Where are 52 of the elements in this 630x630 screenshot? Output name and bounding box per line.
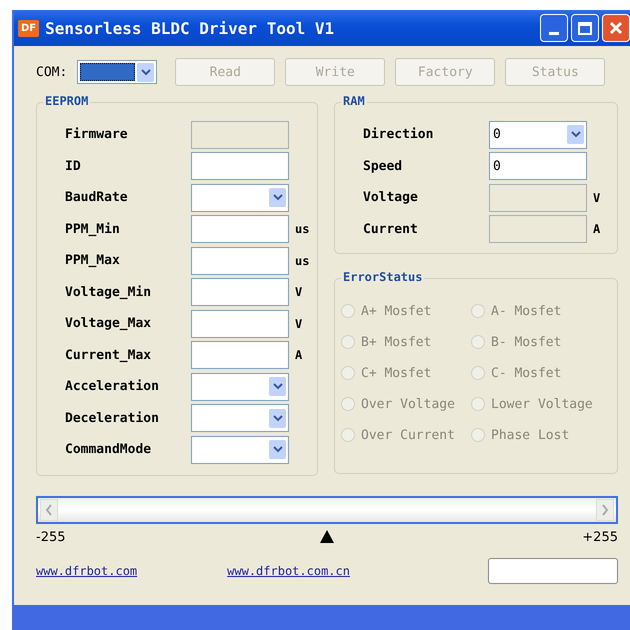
field-label: Acceleration — [65, 379, 160, 394]
field-label: Current — [363, 222, 419, 237]
com-port-dropdown[interactable] — [77, 60, 158, 84]
close-button[interactable] — [602, 14, 630, 42]
unit-label: V — [593, 190, 600, 205]
field-label: Voltage_Min — [65, 284, 152, 300]
horizontal-scrollbar[interactable] — [36, 496, 618, 524]
max-label: +255 — [582, 530, 618, 544]
field-label: ID — [65, 158, 82, 174]
close-icon[interactable] — [609, 21, 623, 35]
maximize-button[interactable] — [571, 14, 599, 42]
unit-label: us — [295, 254, 310, 268]
field-label: Voltage — [363, 190, 419, 206]
input-field[interactable] — [191, 341, 289, 370]
group-title: EEPROM — [43, 94, 90, 108]
app-logo: DF — [18, 20, 40, 36]
website-link[interactable]: www.dfrbot.com — [36, 564, 138, 578]
unit-label: V — [295, 285, 302, 300]
dropdown[interactable] — [191, 404, 289, 432]
maximize-icon[interactable] — [578, 22, 592, 34]
field-label: PPM_Min — [65, 222, 121, 237]
field-label: PPM_Max — [65, 253, 121, 268]
unit-label: A — [593, 222, 600, 236]
field-label: Current_Max — [65, 348, 152, 363]
input-field[interactable] — [191, 152, 289, 180]
input-field[interactable] — [191, 246, 289, 275]
input-field[interactable] — [191, 215, 289, 244]
field-label: CommandMode — [65, 442, 152, 458]
unit-label: V — [295, 316, 302, 331]
website-link[interactable]: www.dfrbot.com.cn — [227, 564, 350, 578]
input-field[interactable]: 0 — [489, 152, 587, 180]
group-title: ErrorStatus — [341, 270, 424, 284]
field-label: Deceleration — [65, 410, 160, 426]
minimize-button[interactable] — [540, 14, 568, 42]
field-label: BaudRate — [65, 190, 129, 206]
window-title: Sensorless BLDC Driver Tool V1 — [45, 18, 336, 38]
field-label: Direction — [363, 127, 434, 142]
com-label: COM: — [36, 64, 68, 80]
dropdown[interactable] — [191, 184, 289, 212]
dropdown[interactable] — [191, 372, 289, 401]
field-label: Firmware — [65, 127, 129, 142]
minimize-icon[interactable] — [549, 32, 559, 36]
field-label: Voltage_Max — [65, 316, 152, 332]
dropdown[interactable] — [191, 436, 289, 464]
input-field[interactable] — [191, 310, 289, 338]
unit-label: us — [295, 222, 310, 236]
input-field[interactable] — [191, 278, 289, 306]
field-label: Speed — [363, 158, 404, 174]
dropdown[interactable]: 0 — [489, 120, 587, 149]
unit-label: A — [295, 348, 302, 362]
min-label: -255 — [36, 530, 66, 544]
group-title: RAM — [341, 94, 367, 108]
